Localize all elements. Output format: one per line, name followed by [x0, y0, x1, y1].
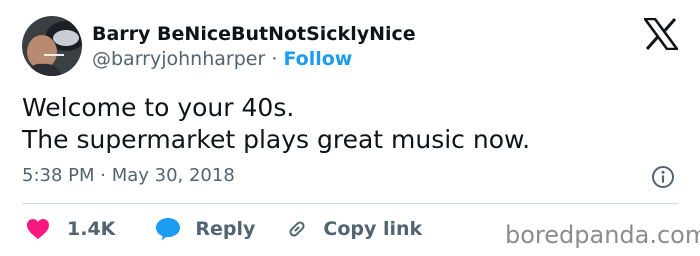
reply-button[interactable]: Reply: [155, 217, 255, 241]
avatar[interactable]: [22, 16, 82, 76]
separator-dot: ·: [271, 48, 278, 70]
reply-label: Reply: [195, 218, 256, 240]
author-display-name[interactable]: Barry BeNiceButNotSicklyNice: [92, 22, 416, 46]
info-icon[interactable]: [651, 165, 675, 189]
speech-bubble-icon: [156, 218, 181, 241]
x-logo-icon[interactable]: [643, 17, 679, 51]
tweet-text: Welcome to your 40s. The supermarket pla…: [22, 92, 530, 156]
follow-button[interactable]: Follow: [283, 48, 352, 70]
link-icon: [289, 221, 305, 237]
copy-link-label: Copy link: [323, 218, 423, 240]
tweet-actions: 1.4K Reply Copy link: [22, 214, 422, 244]
heart-icon: [27, 219, 49, 239]
author-handle[interactable]: @barryjohnharper: [92, 48, 265, 70]
author-handle-row: @barryjohnharper · Follow: [92, 47, 352, 71]
copy-link-button[interactable]: Copy link: [285, 217, 422, 241]
like-count: 1.4K: [67, 218, 116, 240]
tweet-timestamp[interactable]: 5:38 PM · May 30, 2018: [22, 164, 235, 188]
tweet-text-line: The supermarket plays great music now.: [22, 125, 531, 154]
divider: [22, 203, 678, 204]
watermark: boredpanda.com: [505, 221, 700, 249]
like-button[interactable]: 1.4K: [26, 218, 115, 240]
tweet-text-line: Welcome to your 40s.: [22, 93, 295, 122]
